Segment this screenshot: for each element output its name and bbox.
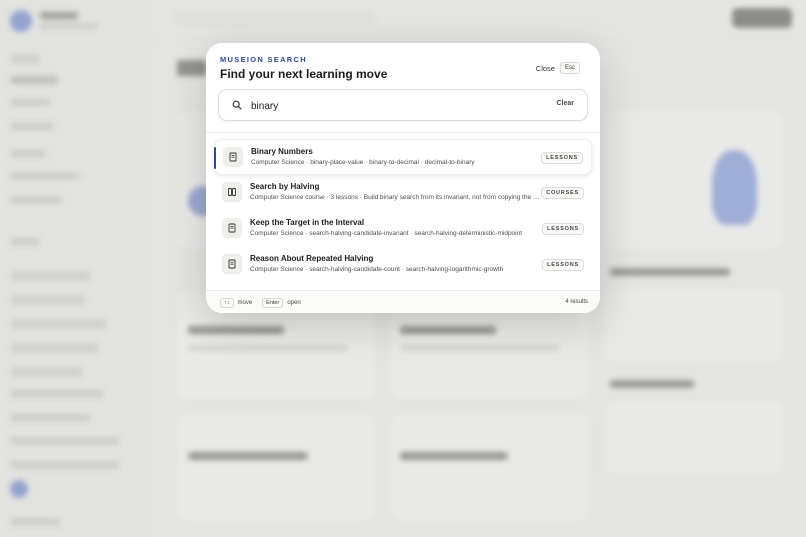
enter-key-hint: Enter — [262, 298, 284, 308]
result-item[interactable]: Binary Numbers Computer Science · binary… — [214, 139, 592, 175]
search-icon — [232, 100, 242, 110]
clear-button[interactable]: Clear — [556, 100, 574, 107]
close-control[interactable]: Close Esc — [536, 62, 580, 74]
close-button[interactable]: Close — [536, 64, 555, 73]
result-subtitle: Computer Science · search-halving-candid… — [250, 230, 523, 237]
move-hint-label: move — [237, 300, 253, 306]
modal-footer: ↑↓ move Enter open 4 results — [206, 290, 600, 313]
course-icon — [222, 182, 242, 202]
result-item[interactable]: Reason About Repeated Halving Computer S… — [214, 247, 592, 283]
result-subtitle: Computer Science course · 3 lessons · Bu… — [250, 194, 540, 201]
result-type-badge: LESSONS — [542, 259, 584, 271]
result-subtitle: Computer Science · binary-place-value · … — [251, 159, 475, 166]
modal-eyebrow: MUSEION SEARCH — [220, 55, 307, 64]
lesson-icon — [223, 147, 243, 167]
result-type-badge: LESSONS — [541, 152, 583, 164]
lesson-icon — [222, 254, 242, 274]
lesson-icon — [222, 218, 242, 238]
open-hint-label: open — [287, 300, 301, 306]
result-item[interactable]: Search by Halving Computer Science cours… — [214, 175, 592, 211]
search-input[interactable] — [251, 96, 541, 116]
result-title: Keep the Target in the Interval — [250, 218, 365, 227]
result-type-badge: COURSES — [541, 187, 584, 199]
search-modal: MUSEION SEARCH Find your next learning m… — [206, 43, 600, 313]
result-title: Search by Halving — [250, 182, 320, 191]
result-type-badge: LESSONS — [542, 223, 584, 235]
modal-title: Find your next learning move — [220, 67, 388, 81]
divider — [206, 132, 600, 133]
keyboard-hints: ↑↓ move Enter open — [220, 298, 301, 308]
result-count: 4 results — [565, 299, 588, 305]
result-title: Reason About Repeated Halving — [250, 254, 374, 263]
result-subtitle: Computer Science · search-halving-candid… — [250, 266, 504, 273]
result-item[interactable]: Keep the Target in the Interval Computer… — [214, 211, 592, 247]
arrow-keys-hint: ↑↓ — [220, 298, 234, 308]
search-box[interactable]: Clear — [218, 89, 588, 121]
esc-key-hint: Esc — [559, 62, 580, 74]
results-list: Binary Numbers Computer Science · binary… — [214, 139, 592, 283]
result-title: Binary Numbers — [251, 147, 313, 156]
